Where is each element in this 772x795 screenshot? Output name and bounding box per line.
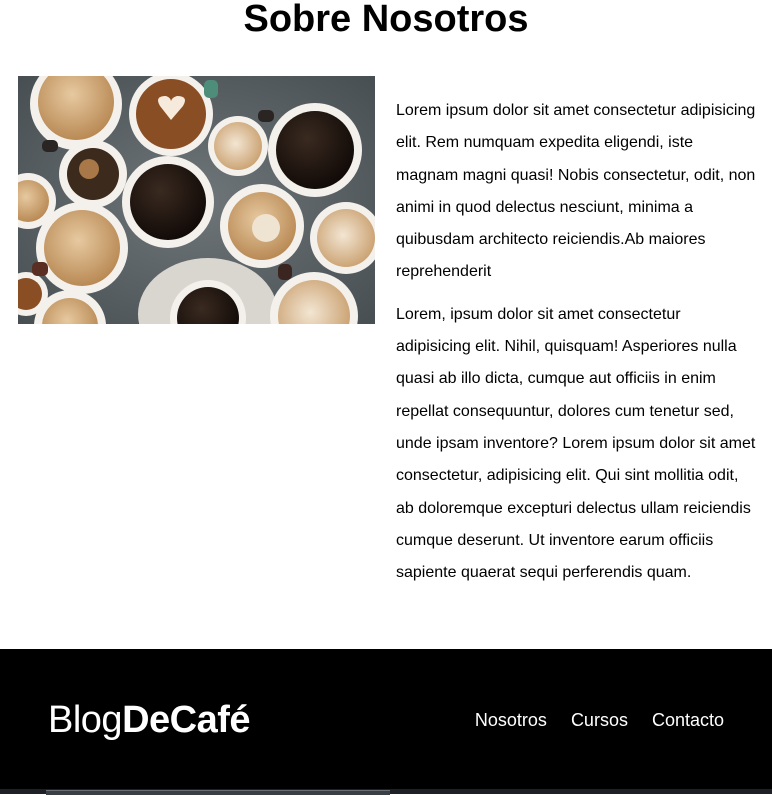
paragraph-2: Lorem, ipsum dolor sit amet consectetur … [396, 305, 756, 582]
paragraph-1: Lorem ipsum dolor sit amet consectetur a… [396, 102, 756, 281]
logo-text-bold: DeCafé [122, 699, 251, 741]
about-text: Lorem ipsum dolor sit amet consectetur a… [396, 95, 756, 599]
nav-link-nosotros[interactable]: Nosotros [475, 709, 547, 731]
nav-link-contacto[interactable]: Contacto [652, 709, 724, 731]
bottom-bar-edge [46, 790, 390, 795]
footer-nav: Nosotros Cursos Contacto [475, 709, 724, 731]
nav-link-cursos[interactable]: Cursos [571, 709, 628, 731]
coffee-cups-photo [18, 76, 375, 324]
page-title: Sobre Nosotros [243, 0, 529, 40]
logo-text-regular: Blog [48, 699, 123, 741]
bottom-bar [0, 789, 772, 795]
footer-logo[interactable]: BlogDeCafé [48, 699, 251, 741]
